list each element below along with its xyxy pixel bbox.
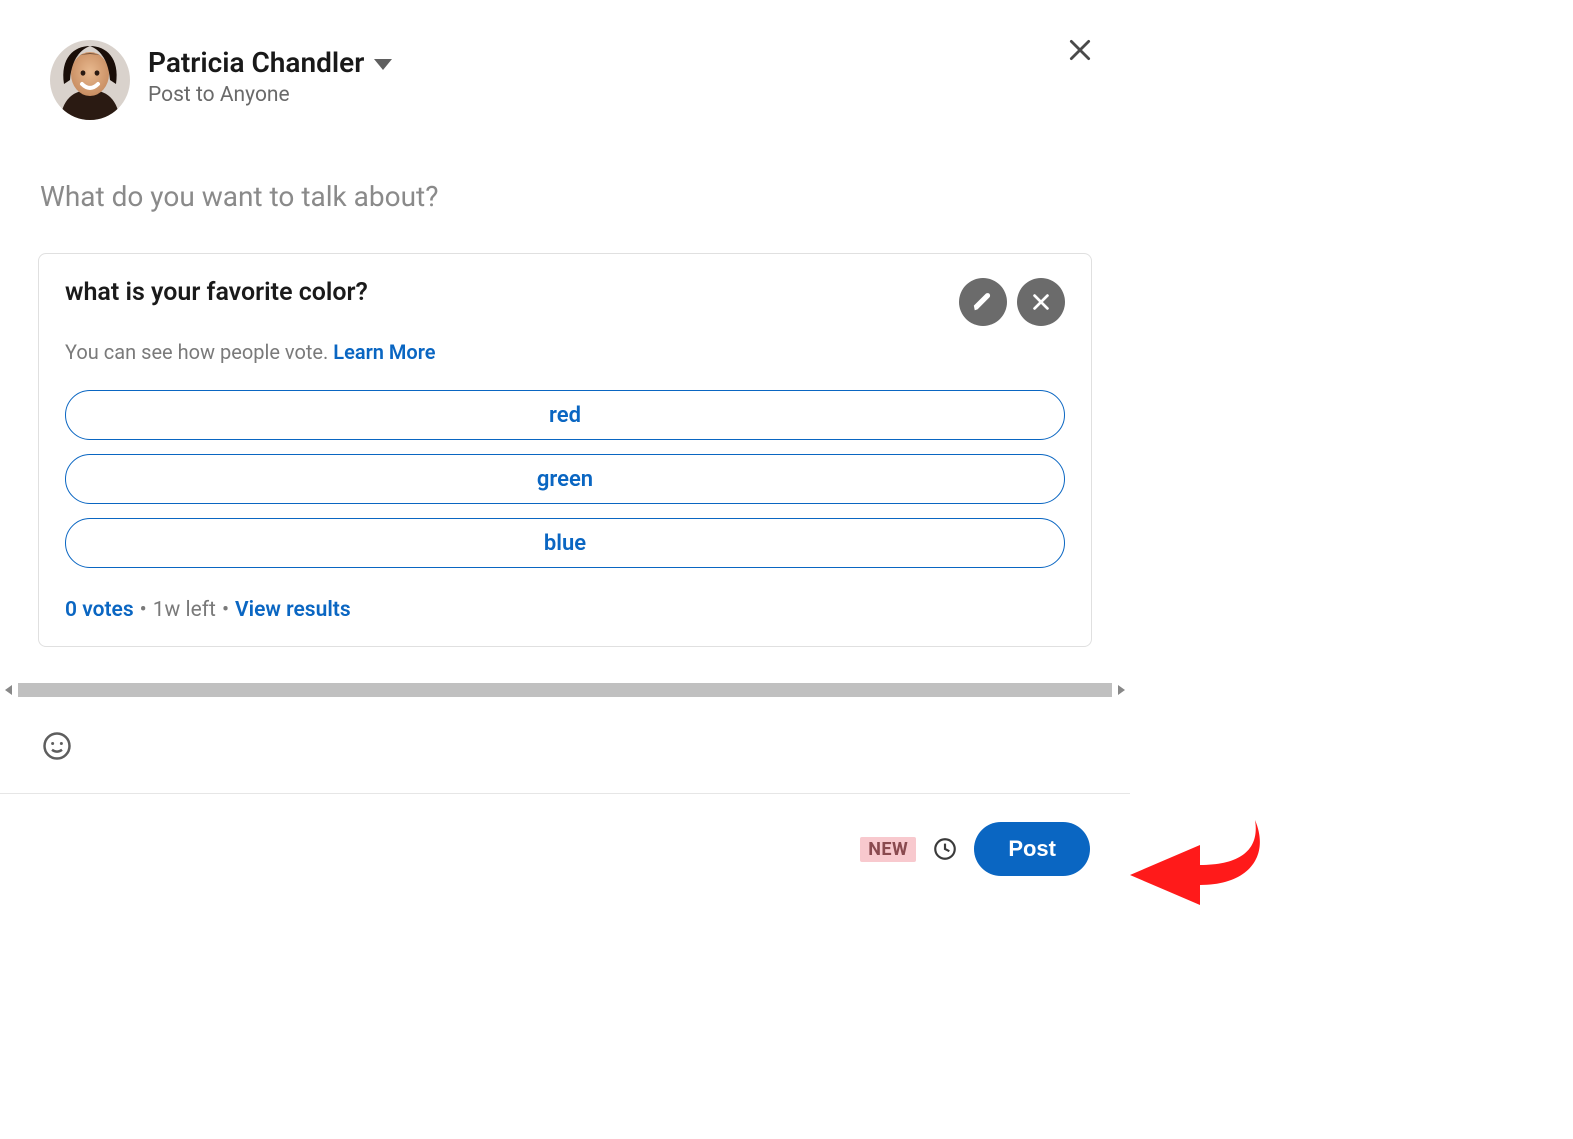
audience-selector[interactable]: Patricia Chandler <box>148 46 392 79</box>
time-left: 1w left <box>153 598 216 622</box>
toolbar-row <box>0 699 1130 793</box>
remove-poll-button[interactable] <box>1017 278 1065 326</box>
view-results-link[interactable]: View results <box>235 598 351 622</box>
poll-subtext-text: You can see how people vote. <box>65 340 333 364</box>
post-visibility: Post to Anyone <box>148 83 392 107</box>
x-icon <box>1030 291 1052 313</box>
emoji-icon <box>42 731 72 761</box>
scroll-left-icon[interactable] <box>2 685 12 695</box>
poll-option[interactable]: green <box>65 454 1065 504</box>
post-button[interactable]: Post <box>974 822 1090 876</box>
clock-icon <box>932 836 958 862</box>
poll-option[interactable]: red <box>65 390 1065 440</box>
user-block: Patricia Chandler Post to Anyone <box>148 46 392 107</box>
compose-textarea[interactable]: What do you want to talk about? <box>0 120 1130 253</box>
scrollbar-thumb[interactable] <box>18 683 1112 697</box>
horizontal-scrollbar[interactable] <box>0 681 1130 699</box>
new-badge: NEW <box>860 837 916 862</box>
scroll-right-icon[interactable] <box>1118 685 1128 695</box>
schedule-button[interactable] <box>930 834 960 864</box>
poll-subtext: You can see how people vote. Learn More <box>65 340 1065 364</box>
create-post-modal: Patricia Chandler Post to Anyone What do… <box>0 0 1130 876</box>
emoji-button[interactable] <box>40 729 74 763</box>
poll-header: what is your favorite color? <box>65 278 1065 326</box>
learn-more-link[interactable]: Learn More <box>333 340 435 364</box>
poll-actions <box>959 278 1065 326</box>
footer: NEW Post <box>0 794 1130 876</box>
user-name: Patricia Chandler <box>148 46 364 79</box>
modal-header: Patricia Chandler Post to Anyone <box>0 40 1130 120</box>
annotation-arrow <box>1120 810 1260 924</box>
pencil-icon <box>972 291 994 313</box>
poll-options: red green blue <box>65 390 1065 568</box>
edit-poll-button[interactable] <box>959 278 1007 326</box>
poll-card: what is your favorite color? You can see… <box>38 253 1092 647</box>
poll-question: what is your favorite color? <box>65 278 959 307</box>
votes-count[interactable]: 0 votes <box>65 598 134 622</box>
poll-option[interactable]: blue <box>65 518 1065 568</box>
close-button[interactable] <box>1060 30 1100 70</box>
poll-meta: 0 votes•1w left•View results <box>65 598 1065 622</box>
avatar[interactable] <box>50 40 130 120</box>
caret-down-icon <box>374 59 392 70</box>
